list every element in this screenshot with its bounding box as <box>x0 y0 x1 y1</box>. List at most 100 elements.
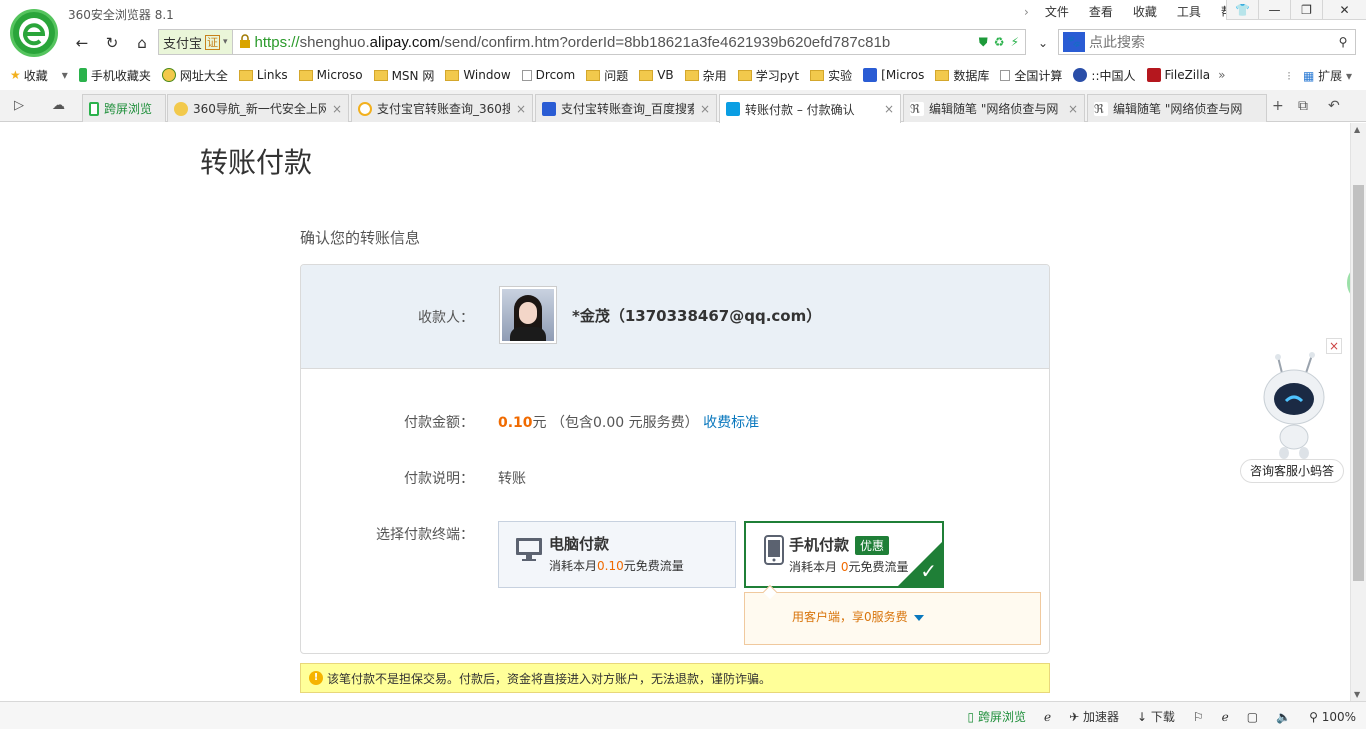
browser-window: 360安全浏览器 8.1 › 文件 查看 收藏 工具 帮助 👕 — ❐ ✕ ← … <box>0 0 1366 729</box>
more-bookmarks-icon[interactable]: » <box>1218 68 1225 82</box>
scrollbar-thumb[interactable] <box>1353 185 1364 581</box>
lock-icon <box>239 33 251 51</box>
baidu-paw-icon[interactable]: 🐾 <box>1063 32 1085 52</box>
bookmark-filezilla[interactable]: FileZilla» <box>1146 68 1226 82</box>
menu-favorites[interactable]: 收藏 <box>1123 4 1167 20</box>
status-cross-screen[interactable]: ▯ 跨屏浏览 <box>968 708 1026 725</box>
chevron-down-icon: ▾ <box>61 68 68 82</box>
scroll-up-icon[interactable]: ▲ <box>1354 125 1360 134</box>
close-button[interactable]: ✕ <box>1322 0 1366 20</box>
pc-payment-option[interactable]: 电脑付款 消耗本月0.10元免费流量 <box>498 521 736 588</box>
fee-standard-link[interactable]: 收费标准 <box>703 415 759 431</box>
close-tab-icon[interactable]: × <box>332 102 342 116</box>
mobile-payment-option[interactable]: 手机付款 优惠 消耗本月 0元免费流量 ✓ <box>744 521 944 588</box>
tab-360-search[interactable]: 支付宝官转账查询_360搜 × <box>351 94 533 122</box>
browser-mode-icon[interactable]: ℯ <box>1222 710 1229 724</box>
bookmark-site[interactable]: ::中国人 <box>1073 67 1136 84</box>
bookmark-folder[interactable]: 杂用 <box>684 67 727 84</box>
separator-icon: ⁝ <box>1287 68 1291 83</box>
bookmark-folder[interactable]: 数据库 <box>935 67 989 84</box>
menu-arrow-icon[interactable]: › <box>1018 4 1035 20</box>
shield-icon[interactable]: ⛊ <box>979 35 988 50</box>
phone-icon: ▯ <box>967 710 975 724</box>
warning-text: 该笔付款不是担保交易。付款后，资金将直接进入对方账户，无法退款，谨防诈骗。 <box>327 671 772 686</box>
undo-close-icon[interactable]: ↶ <box>1328 98 1340 114</box>
bookmark-folder[interactable]: Microso <box>298 68 363 82</box>
scrollbar[interactable]: ▲ ▼ <box>1350 123 1366 701</box>
search-icon[interactable]: ⚲ <box>1331 35 1355 49</box>
transfer-card: 收款人： *金茂（1370338467@qq.com） 付款金额： 0.10元 … <box>300 264 1050 654</box>
bookmark-mobile[interactable]: 手机收藏夹 <box>78 67 151 84</box>
url-dropdown-icon[interactable]: ⌄ <box>1030 32 1056 54</box>
mobile-phone-icon <box>764 535 784 568</box>
robot-label[interactable]: 咨询客服小蚂答 <box>1240 459 1344 483</box>
avatar <box>499 286 557 344</box>
sidebar-toggle-icon[interactable]: ▷ <box>14 98 24 113</box>
lightning-icon[interactable]: ⚡ <box>1011 35 1019 50</box>
menu-tools[interactable]: 工具 <box>1167 4 1211 20</box>
folder-icon <box>810 69 825 81</box>
close-tab-icon[interactable]: × <box>516 102 526 116</box>
warning-icon: ! <box>309 671 323 685</box>
bookmark-folder[interactable]: VB <box>639 68 674 82</box>
client-tip-text[interactable]: 用客户端，享0服务费 <box>792 608 924 625</box>
amount-value: 0.10 <box>498 415 533 431</box>
mobile-option-sub: 消耗本月 0元免费流量 <box>789 560 909 574</box>
tab-edit-post[interactable]: ℜ 编辑随笔 "网络侦查与网 × <box>903 94 1085 122</box>
tab-transfer-confirm[interactable]: 转账付款 – 付款确认 × <box>719 94 901 123</box>
memo-label: 付款说明： <box>404 471 474 487</box>
tab-edit-post[interactable]: ℜ 编辑随笔 "网络侦查与网 <box>1087 94 1267 122</box>
close-tab-icon[interactable]: × <box>1068 102 1078 116</box>
minimize-button[interactable]: — <box>1258 0 1290 20</box>
status-download[interactable]: ↓ 下载 <box>1137 708 1175 725</box>
ie-mode-icon[interactable]: ℯ <box>1044 710 1051 724</box>
extensions-button[interactable]: ▦ 扩展 ▾ <box>1303 67 1352 84</box>
bookmark-nav[interactable]: 网址大全 <box>161 67 228 84</box>
bookmark-folder[interactable]: 实验 <box>810 67 852 84</box>
window-icon[interactable]: ▢ <box>1247 710 1258 724</box>
flag-icon[interactable]: ⚐ <box>1193 710 1204 724</box>
recycle-icon[interactable]: ♻ <box>994 35 1005 50</box>
refresh-button[interactable]: ↻ <box>100 32 124 54</box>
url-input[interactable]: 支付宝 证 ▾ https://shenghuo.alipay.com/send… <box>158 29 1026 55</box>
bookmark-folder[interactable]: Window <box>445 68 511 82</box>
skin-button[interactable]: 👕 <box>1226 0 1258 20</box>
badge-dropdown-icon: ▾ <box>223 37 228 47</box>
extension-icon: ▦ <box>1302 69 1315 83</box>
tab-360-nav[interactable]: 360导航_新一代安全上网 × <box>167 94 349 122</box>
status-zoom[interactable]: ⚲ 100% <box>1309 710 1356 724</box>
url-icons: ⛊ ♻ ⚡ <box>979 35 1025 50</box>
menu-file[interactable]: 文件 <box>1035 4 1079 20</box>
new-tab-button[interactable]: + <box>1272 98 1284 114</box>
bookmark-page[interactable]: 全国计算 <box>1000 67 1062 84</box>
browser-logo-icon[interactable] <box>10 9 58 57</box>
rocket-icon: ✈ <box>1069 710 1080 724</box>
page-title: 转账付款 <box>200 146 313 179</box>
cloud-icon[interactable]: ☁ <box>52 98 65 113</box>
back-button[interactable]: ← <box>70 32 94 54</box>
bookmark-baidu[interactable]: [Micros <box>863 68 924 82</box>
folder-icon <box>238 69 253 81</box>
status-accelerator[interactable]: ✈ 加速器 <box>1069 708 1119 725</box>
search-input[interactable] <box>1085 34 1331 50</box>
bookmark-folder[interactable]: MSN 网 <box>373 67 434 84</box>
bookmark-folder[interactable]: 问题 <box>586 67 628 84</box>
bookmark-folder[interactable]: 学习pyt <box>737 67 799 84</box>
bookmark-folder[interactable]: Links <box>238 68 288 82</box>
speaker-icon[interactable]: 🔈 <box>1276 710 1291 724</box>
tab-cross-screen[interactable]: 跨屏浏览 <box>82 94 166 122</box>
close-tab-icon[interactable]: × <box>700 102 710 116</box>
bookmark-favorites[interactable]: ★ 收藏 ▾ <box>10 67 68 84</box>
scroll-down-icon[interactable]: ▼ <box>1354 690 1360 699</box>
menu-view[interactable]: 查看 <box>1079 4 1123 20</box>
blog-icon: ℜ <box>1094 101 1108 116</box>
home-button[interactable]: ⌂ <box>130 32 154 54</box>
maximize-button[interactable]: ❐ <box>1290 0 1322 20</box>
bookmark-page[interactable]: Drcom <box>521 68 575 82</box>
site-identity-badge[interactable]: 支付宝 证 ▾ <box>159 30 233 54</box>
amount-unit: 元 <box>532 415 547 431</box>
search-box: 🐾 ⚲ <box>1058 29 1356 55</box>
close-tab-icon[interactable]: × <box>884 102 894 116</box>
tab-list-icon[interactable]: ⧉ <box>1298 98 1308 114</box>
tab-baidu-search[interactable]: 支付宝转账查询_百度搜索 × <box>535 94 717 122</box>
